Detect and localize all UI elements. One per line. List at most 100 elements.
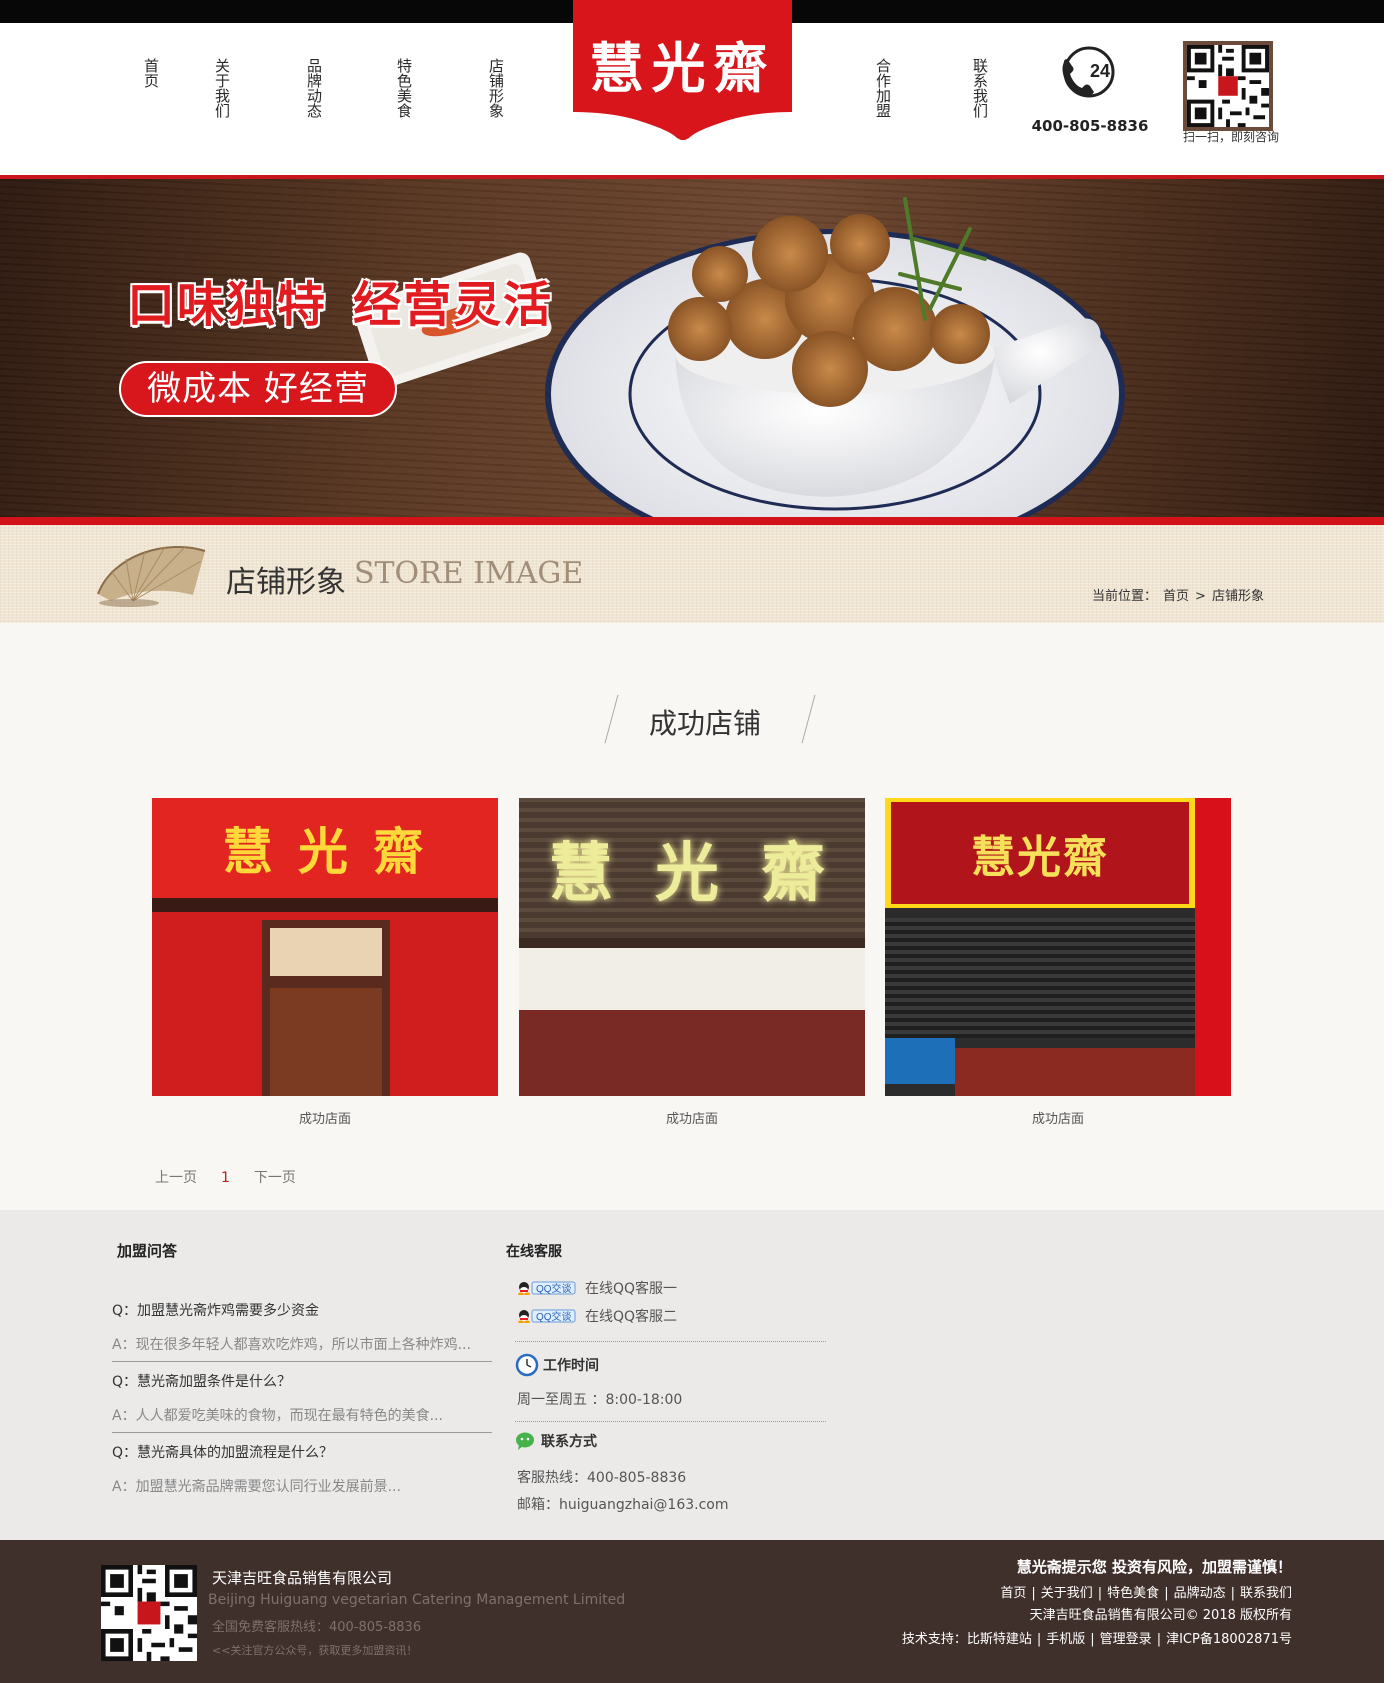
pagination: 上一页 1 下一页 <box>155 1167 320 1187</box>
section-title: 成功店铺 <box>648 707 761 740</box>
service-divider <box>515 1421 826 1422</box>
clock-icon <box>515 1353 539 1377</box>
page-title: 店铺形象 <box>226 565 346 600</box>
breadcrumb: 当前位置： 首页 > 店铺形象 <box>1092 585 1270 604</box>
footer-link-news[interactable]: 品牌动态 <box>1174 1586 1226 1601</box>
banner-red-bar <box>0 517 1384 525</box>
nav-about[interactable]: 关于我们 <box>210 58 231 118</box>
admin-login-link[interactable]: 管理登录 <box>1100 1632 1152 1647</box>
footer-info: 加盟问答 Q：加盟慧光斋炸鸡需要多少资金 A：现在很多年轻人都喜欢吃炸鸡，所以市… <box>0 1210 1384 1540</box>
faq-item[interactable]: Q：慧光斋加盟条件是什么？ A：人人都爱吃美味的食物，而现在最有特色的美食... <box>112 1371 492 1425</box>
logo-text: 慧光齋 <box>589 36 776 100</box>
faq-answer: A：现在很多年轻人都喜欢吃炸鸡，所以市面上各种炸鸡... <box>112 1337 471 1353</box>
faq-divider <box>112 1432 492 1433</box>
footer-hotline: 全国免费客服热线：400-805-8836 <box>212 1620 422 1635</box>
breadcrumb-current[interactable]: 店铺形象 <box>1212 589 1264 604</box>
faq-question[interactable]: Q：慧光斋加盟条件是什么？ <box>112 1371 492 1391</box>
footer-bottom: 天津吉旺食品销售有限公司 Beijing Huiguang vegetarian… <box>0 1540 1384 1683</box>
faq-title: 加盟问答 <box>117 1242 178 1260</box>
store-photo[interactable]: 慧 光 齋 <box>152 798 498 1096</box>
phone-badge: 24 <box>1090 61 1110 81</box>
faq-answer: A：加盟慧光斋品牌需要您认同行业发展前景... <box>112 1479 401 1495</box>
page-title-en: STORE IMAGE <box>354 556 584 591</box>
nav-specialty-food[interactable]: 特色美食 <box>392 58 413 118</box>
qq-chat-icon[interactable]: QQ交谈 <box>517 1309 577 1324</box>
nav-store-image[interactable]: 店铺形象 <box>484 58 505 118</box>
store-photo[interactable]: 慧 光 齋 <box>519 798 865 1096</box>
header-phone: 400-805-8836 <box>1031 117 1149 135</box>
service-title: 在线客服 <box>506 1244 562 1260</box>
store-card[interactable]: 慧光齋 成功店面 <box>885 798 1231 1127</box>
tech-support: 技术支持：比斯特建站 | 手机版 | 管理登录 | 津ICP备18002871号 <box>901 1632 1292 1647</box>
footer-link-about[interactable]: 关于我们 <box>1041 1586 1093 1601</box>
service-divider <box>515 1341 826 1342</box>
fried-chicken-photo <box>353 197 1125 517</box>
qq-chat-icon[interactable]: QQ交谈 <box>517 1281 577 1296</box>
nav-contact[interactable]: 联系我们 <box>968 58 989 118</box>
current-page[interactable]: 1 <box>221 1170 230 1186</box>
work-hours: 周一至周五 ：8:00-18:00 <box>517 1392 683 1408</box>
store-sign: 慧 光 齋 <box>548 836 836 911</box>
qr-pattern-icon <box>1187 45 1269 127</box>
qq-badge-text: QQ交谈 <box>536 1282 572 1295</box>
footer-links: 首页 | 关于我们 | 特色美食 | 品牌动态 | 联系我们 <box>1000 1586 1292 1601</box>
company-name-en: Beijing Huiguang vegetarian Catering Man… <box>208 1592 626 1608</box>
folding-fan-icon <box>97 546 206 607</box>
nav-home[interactable]: 首页 <box>139 58 160 88</box>
wechat-icon <box>516 1432 534 1450</box>
store-sign: 慧 光 齋 <box>152 798 498 898</box>
prev-page-link[interactable]: 上一页 <box>155 1170 197 1186</box>
qq-service-2-label[interactable]: 在线QQ客服二 <box>585 1306 677 1326</box>
section-heading: 成功店铺 <box>590 690 820 750</box>
tech-support-link[interactable]: 技术支持：比斯特建站 <box>902 1632 1032 1647</box>
qq-service-1[interactable]: QQ交谈 在线QQ客服一 <box>517 1278 677 1298</box>
nav-brand-news[interactable]: 品牌动态 <box>302 58 323 118</box>
mobile-version-link[interactable]: 手机版 <box>1046 1632 1085 1647</box>
faq-divider <box>112 1361 492 1362</box>
store-caption: 成功店面 <box>1031 1112 1084 1127</box>
service-hotline: 客服热线：400-805-8836 <box>517 1470 687 1486</box>
faq-item[interactable]: Q：慧光斋具体的加盟流程是什么？ A：加盟慧光斋品牌需要您认同行业发展前景... <box>112 1442 492 1496</box>
footer-qr-code <box>101 1565 197 1661</box>
page-title-strip: 店铺形象 STORE IMAGE 当前位置： 首页 > 店铺形象 <box>0 525 1384 623</box>
company-name: 天津吉旺食品销售有限公司 <box>212 1569 393 1587</box>
faq-question[interactable]: Q：慧光斋具体的加盟流程是什么？ <box>112 1442 492 1462</box>
breadcrumb-label: 当前位置： <box>1092 589 1158 604</box>
icp-link[interactable]: 津ICP备18002871号 <box>1166 1632 1292 1647</box>
investment-warning: 慧光斋提示您 投资有风险，加盟需谨慎！ <box>1016 1558 1292 1576</box>
headline-taste: 口味独特 <box>127 277 328 333</box>
footer-follow-note: <<关注官方公众号，获取更多加盟资讯！ <box>212 1644 418 1657</box>
window-scrollbar[interactable] <box>1384 0 1400 1683</box>
phone-24-icon: 24 <box>1062 46 1115 98</box>
qr-caption: 扫一扫，即刻咨询 <box>1182 130 1279 144</box>
qq-service-1-label[interactable]: 在线QQ客服一 <box>585 1278 677 1298</box>
work-hours-heading: 工作时间 <box>515 1353 599 1377</box>
copyright: 天津吉旺食品销售有限公司© 2018 版权所有 <box>1029 1608 1292 1623</box>
qq-service-2[interactable]: QQ交谈 在线QQ客服二 <box>517 1306 677 1326</box>
store-card[interactable]: 慧 光 齋 成功店面 <box>519 798 865 1127</box>
store-sign: 慧光齋 <box>891 802 1189 904</box>
headline-flexible: 经营灵活 <box>353 277 554 333</box>
store-photo[interactable]: 慧光齋 <box>885 798 1231 1096</box>
footer-link-home[interactable]: 首页 <box>1000 1586 1026 1601</box>
store-caption: 成功店面 <box>298 1112 351 1127</box>
store-card[interactable]: 慧 光 齋 成功店面 <box>152 798 498 1127</box>
qq-badge-text: QQ交谈 <box>536 1310 572 1323</box>
breadcrumb-separator: > <box>1195 589 1206 604</box>
faq-item[interactable]: Q：加盟慧光斋炸鸡需要多少资金 A：现在很多年轻人都喜欢吃炸鸡，所以市面上各种炸… <box>112 1300 492 1354</box>
banner-headline: 口味独特 经营灵活 <box>127 265 553 335</box>
nav-franchise[interactable]: 合作加盟 <box>871 58 892 118</box>
page: 首页 关于我们 品牌动态 特色美食 店铺形象 合作加盟 联系我们 24 400-… <box>0 0 1384 1683</box>
store-caption: 成功店面 <box>665 1112 718 1127</box>
qr-pattern-icon <box>101 1565 197 1661</box>
hero-banner: 口味独特 经营灵活 微成本 好经营 <box>0 179 1384 517</box>
footer-link-contact[interactable]: 联系我们 <box>1240 1586 1292 1601</box>
faq-question[interactable]: Q：加盟慧光斋炸鸡需要多少资金 <box>112 1300 492 1320</box>
banner-slogan-pill: 微成本 好经营 <box>119 361 397 417</box>
footer-link-food[interactable]: 特色美食 <box>1107 1586 1159 1601</box>
breadcrumb-home[interactable]: 首页 <box>1163 589 1189 604</box>
service-email[interactable]: 邮箱：huiguangzhai@163.com <box>517 1494 729 1514</box>
next-page-link[interactable]: 下一页 <box>254 1170 296 1186</box>
faq-answer: A：人人都爱吃美味的食物，而现在最有特色的美食... <box>112 1408 443 1424</box>
contact-heading: 联系方式 <box>515 1431 597 1451</box>
